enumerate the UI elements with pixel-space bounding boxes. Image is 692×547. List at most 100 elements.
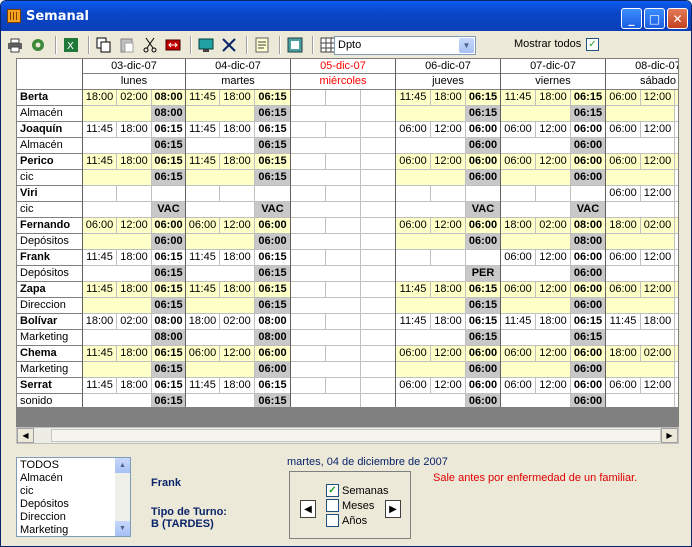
shift-cell[interactable]: 12:00: [536, 282, 571, 298]
day-header-date[interactable]: 04-dic-07: [186, 59, 291, 74]
shift-cell[interactable]: 12:00: [641, 90, 675, 106]
shift-cell[interactable]: [396, 394, 466, 407]
shift-cell[interactable]: [675, 122, 678, 138]
shift-total-cell[interactable]: [675, 106, 678, 122]
shift-total-cell[interactable]: 08:00: [571, 234, 606, 250]
shift-cell[interactable]: 06:00: [571, 378, 606, 394]
shift-total-cell[interactable]: 06:00: [466, 138, 501, 154]
shift-cell[interactable]: 18:00: [431, 314, 466, 330]
monitor-button[interactable]: [196, 35, 216, 55]
shift-total-cell[interactable]: [675, 394, 678, 407]
shift-cell[interactable]: [291, 234, 361, 250]
shift-cell[interactable]: [431, 186, 466, 202]
months-checkbox[interactable]: [326, 499, 339, 512]
shift-cell[interactable]: 06:15: [152, 378, 186, 394]
shift-cell[interactable]: [606, 298, 675, 314]
shift-cell[interactable]: 11:45: [606, 314, 641, 330]
shift-total-cell[interactable]: [675, 266, 678, 282]
shift-cell[interactable]: [466, 250, 501, 266]
shift-cell[interactable]: [501, 106, 571, 122]
shift-cell[interactable]: 06:00: [255, 346, 291, 362]
employee-name[interactable]: Zapa: [17, 282, 83, 298]
employee-name[interactable]: Serrat: [17, 378, 83, 394]
shift-cell[interactable]: 11:45: [501, 90, 536, 106]
weeks-checkbox[interactable]: ✓: [326, 484, 339, 497]
shift-cell[interactable]: 18:00: [606, 218, 641, 234]
shift-cell[interactable]: [675, 346, 678, 362]
shift-cell[interactable]: [291, 218, 326, 234]
shift-total-cell[interactable]: 06:00: [466, 170, 501, 186]
scroll-left-button[interactable]: ◀: [17, 428, 34, 443]
shift-cell[interactable]: 11:45: [83, 122, 117, 138]
list-item[interactable]: Direccion: [20, 511, 127, 524]
shift-total-cell[interactable]: 06:00: [255, 234, 291, 250]
shift-total-cell[interactable]: 06:00: [466, 234, 501, 250]
shift-cell[interactable]: 12:00: [536, 250, 571, 266]
shift-cell[interactable]: 08:00: [571, 218, 606, 234]
shift-cell[interactable]: 06:00: [83, 218, 117, 234]
shift-cell[interactable]: 02:00: [641, 346, 675, 362]
shift-cell[interactable]: 18:00: [536, 90, 571, 106]
day-header-date[interactable]: 03-dic-07: [83, 59, 186, 74]
red-monitor-button[interactable]: [163, 35, 183, 55]
shift-cell[interactable]: 11:45: [186, 282, 220, 298]
employee-name[interactable]: Joaquín: [17, 122, 83, 138]
shift-cell[interactable]: [396, 202, 466, 218]
list-vertical-scrollbar[interactable]: ▲ ▼: [115, 458, 130, 536]
shift-cell[interactable]: 11:45: [186, 378, 220, 394]
notes-button[interactable]: [252, 35, 272, 55]
shift-cell[interactable]: [326, 314, 361, 330]
shift-cell[interactable]: 12:00: [641, 378, 675, 394]
shift-cell[interactable]: 12:00: [641, 186, 675, 202]
shift-total-cell[interactable]: [361, 330, 396, 346]
shift-cell[interactable]: [361, 218, 396, 234]
shift-cell[interactable]: 11:45: [186, 90, 220, 106]
shift-cell[interactable]: [606, 234, 675, 250]
shift-cell[interactable]: [83, 106, 152, 122]
shift-cell[interactable]: 18:00: [117, 282, 152, 298]
shift-cell[interactable]: 18:00: [220, 122, 255, 138]
shift-cell[interactable]: 18:00: [606, 346, 641, 362]
scroll-down-button[interactable]: ▼: [115, 521, 130, 536]
shift-cell[interactable]: [186, 186, 220, 202]
shift-total-cell[interactable]: 06:15: [152, 298, 186, 314]
shift-cell[interactable]: 12:00: [641, 122, 675, 138]
shift-cell[interactable]: 06:15: [255, 282, 291, 298]
shift-cell[interactable]: [326, 154, 361, 170]
close-button[interactable]: ✕: [667, 8, 688, 29]
shift-cell[interactable]: [326, 218, 361, 234]
shift-total-cell[interactable]: [361, 234, 396, 250]
shift-cell[interactable]: [291, 170, 361, 186]
shift-cell[interactable]: [326, 378, 361, 394]
shift-cell[interactable]: 11:45: [186, 122, 220, 138]
shift-cell[interactable]: 06:15: [466, 90, 501, 106]
cut-button[interactable]: [140, 35, 160, 55]
shift-cell[interactable]: [501, 234, 571, 250]
shift-total-cell[interactable]: 06:00: [571, 362, 606, 378]
shift-total-cell[interactable]: [361, 394, 396, 407]
department-select[interactable]: Dpto ▼: [334, 36, 476, 55]
shift-cell[interactable]: [291, 250, 326, 266]
shift-cell[interactable]: [186, 362, 255, 378]
shift-cell[interactable]: 12:00: [431, 122, 466, 138]
shift-cell[interactable]: 06:00: [466, 346, 501, 362]
shift-total-cell[interactable]: 06:15: [152, 394, 186, 407]
shift-cell[interactable]: [396, 170, 466, 186]
shift-cell[interactable]: [361, 346, 396, 362]
shift-cell[interactable]: 06:00: [571, 122, 606, 138]
employee-name[interactable]: Perico: [17, 154, 83, 170]
years-checkbox[interactable]: [326, 514, 339, 527]
shift-cell[interactable]: [536, 186, 571, 202]
title-bar[interactable]: Semanal: [1, 1, 691, 31]
shift-cell[interactable]: [186, 202, 255, 218]
shift-cell[interactable]: [396, 250, 431, 266]
shift-cell[interactable]: [396, 362, 466, 378]
shift-cell[interactable]: 06:00: [466, 122, 501, 138]
shift-cell[interactable]: 02:00: [117, 314, 152, 330]
shift-cell[interactable]: [291, 330, 361, 346]
shift-cell[interactable]: [291, 266, 361, 282]
shift-cell[interactable]: 06:15: [152, 122, 186, 138]
shift-total-cell[interactable]: 06:00: [255, 362, 291, 378]
shift-cell[interactable]: 18:00: [220, 282, 255, 298]
minimize-button[interactable]: _: [621, 8, 642, 29]
